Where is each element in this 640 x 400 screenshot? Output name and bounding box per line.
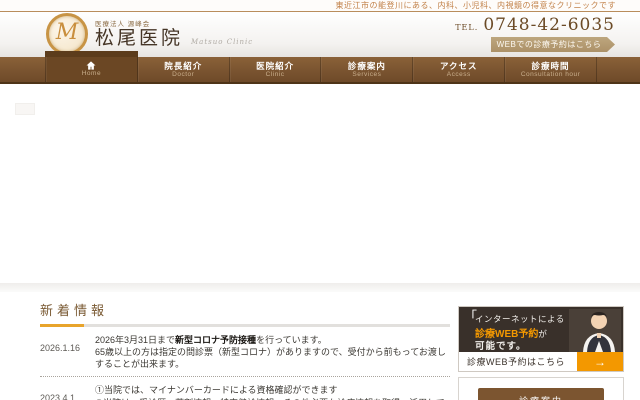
main-nav: Home 院長紹介 Doctor 医院紹介 Clinic 診療案内 Servic… [0, 51, 640, 84]
clinic-name-en: Matsuo Clinic [191, 38, 254, 47]
nav-label-en: Access [446, 70, 471, 78]
logo-link[interactable]: M 医療法人 源峰会 松尾医院 Matsuo Clinic [46, 13, 253, 55]
news-date: 2023.4.1 [40, 393, 76, 400]
services-button[interactable]: 診療案内 [478, 388, 604, 400]
news-item: 2026.1.16 2026年3月31日まで新型コロナ予防接種を行っています。 … [40, 327, 450, 378]
clinic-logo-icon: M [46, 13, 88, 55]
promo-line1: インターネットによる [475, 314, 565, 324]
news-section: 新着情報 2026.1.16 2026年3月31日まで新型コロナ予防接種を行って… [40, 300, 450, 400]
nav-item-access[interactable]: アクセス Access [413, 57, 506, 82]
hero-slider-area [0, 84, 640, 284]
tel-number: 0748-42-6035 [483, 15, 615, 35]
nav-label-jp: 診療時間 [531, 60, 570, 71]
clinic-tagline: 東近江市の能登川にある、内科、小児科、内視鏡の得意なクリニックです [335, 1, 616, 10]
news-date: 2026.1.16 [40, 343, 81, 353]
nav-label-jp: 診療案内 [347, 60, 386, 71]
broken-image-placeholder [15, 103, 35, 115]
promo-button-label: 診療WEB予約はこちら [467, 357, 566, 367]
clinic-name: 松尾医院 [95, 27, 184, 50]
home-icon [86, 61, 96, 70]
news-text-bold: 新型コロナ予防接種 [175, 335, 257, 345]
promo-button-row: 診療WEB予約はこちら → [459, 352, 623, 371]
nav-label-en: Consultation hour [520, 70, 581, 78]
nav-items: Home 院長紹介 Doctor 医院紹介 Clinic 診療案内 Servic… [45, 51, 597, 82]
nav-item-hours[interactable]: 診療時間 Consultation hour [505, 57, 596, 82]
brand-block: 医療法人 源峰会 松尾医院 Matsuo Clinic [95, 18, 253, 50]
nav-label-jp: 医院紹介 [256, 60, 295, 71]
nav-item-home[interactable]: Home [45, 51, 138, 82]
web-reservation-label: WEBでの診療予約はこちら [496, 40, 602, 49]
nav-label-en: Home [81, 70, 102, 78]
promo-arrow-button[interactable]: → [577, 352, 623, 371]
arrow-right-icon: → [594, 354, 606, 369]
page: 東近江市の能登川にある、内科、小児科、内視鏡の得意なクリニックです M 医療法人… [0, 0, 640, 400]
nav-item-services[interactable]: 診療案内 Services [321, 57, 414, 82]
nav-label-jp: アクセス [439, 60, 478, 71]
nav-item-doctor[interactable]: 院長紹介 Doctor [138, 57, 230, 82]
promo-line3: 可能です。 [475, 341, 527, 352]
nav-label-en: Doctor [172, 70, 195, 78]
tel-label: TEL. [455, 23, 479, 32]
web-reservation-promo-card: 「 インターネットによる 診療WEB予約が 可能です。 診療WEB予約はこちら … [458, 306, 624, 372]
top-tagline-bar: 東近江市の能登川にある、内科、小児科、内視鏡の得意なクリニックです [0, 0, 640, 12]
logo-monogram: M [55, 20, 79, 45]
news-heading: 新着情報 [40, 304, 109, 319]
receptionist-photo [569, 309, 621, 352]
promo-banner: 「 インターネットによる 診療WEB予約が 可能です。 [459, 307, 623, 352]
web-reservation-button[interactable]: WEBでの診療予約はこちら [491, 37, 615, 52]
nav-label-en: Services [352, 70, 382, 78]
news-item: 2023.4.1 ①当院では、マイナンバーカードによる資格確認ができます ②当院… [40, 377, 450, 400]
nav-label-en: Clinic [265, 70, 285, 78]
nav-item-clinic[interactable]: 医院紹介 Clinic [230, 57, 322, 82]
hero-bottom-shadow [0, 283, 640, 292]
news-text: 2026年3月31日まで新型コロナ予防接種を行っています。 65歳以上の方は指定… [95, 335, 446, 370]
news-heading-rule [40, 324, 450, 327]
nav-label-jp: 院長紹介 [164, 60, 203, 71]
services-card: 診療案内 [458, 377, 624, 400]
telephone: TEL. 0748-42-6035 [455, 15, 615, 35]
news-text: ①当院では、マイナンバーカードによる資格確認ができます ②当院は、受診歴、薬剤情… [95, 385, 445, 400]
